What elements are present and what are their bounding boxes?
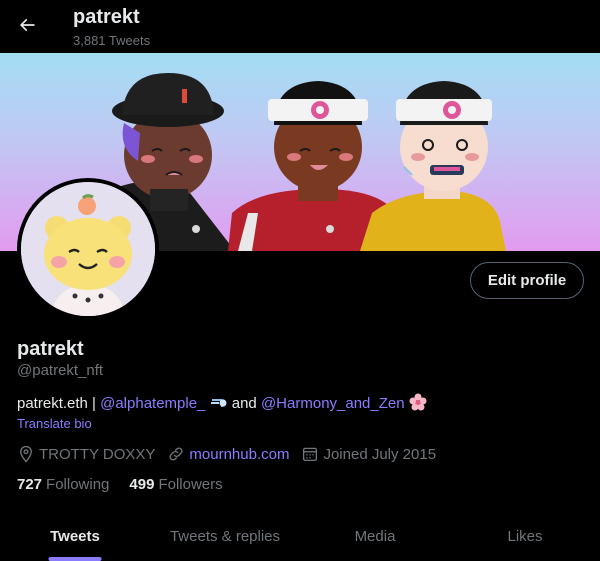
location-text: TROTTY DOXXY [39,445,156,463]
header-title: patrekt [73,6,140,28]
display-name: patrekt [17,338,84,360]
blossom-emoji-icon [409,393,427,411]
follow-stats: 727 Following 499 Followers [17,476,243,493]
calendar-icon [303,447,318,462]
tab-likes-label: Likes [507,528,543,545]
banner-character-right [360,81,506,251]
following-link[interactable]: 727 Following [17,476,109,493]
avatar[interactable] [17,178,159,320]
active-tab-indicator [48,557,102,561]
bio-connector: and [231,395,261,412]
following-count: 727 [17,476,43,493]
join-date: Joined July 2015 [301,445,436,463]
dash-emoji-icon [210,399,227,407]
mention-harmony-and-zen[interactable]: @Harmony_and_Zen [261,395,405,412]
edit-profile-button[interactable]: Edit profile [470,262,584,299]
tweet-count: 3,881 Tweets [73,33,151,48]
tab-tweets[interactable]: Tweets [0,512,150,561]
location: TROTTY DOXXY [17,445,155,463]
website[interactable]: mournhub.com [167,445,289,463]
handle: @patrekt_nft [17,362,104,379]
back-button[interactable] [8,6,46,44]
tab-tweets-and-replies-label: Tweets & replies [169,528,281,545]
tab-media[interactable]: Media [300,512,450,561]
website-link[interactable]: mournhub.com [189,446,289,463]
following-label: Following [46,476,110,493]
bio-text: patrekt.eth | [17,395,101,412]
location-pin-icon [20,445,32,463]
link-icon [169,447,183,461]
mention-alphatemple[interactable]: @alphatemple_ [100,395,205,412]
followers-label: Followers [158,476,223,493]
tab-likes[interactable]: Likes [450,512,600,561]
translate-bio-link[interactable]: Translate bio [17,416,92,431]
avatar-image [21,182,155,316]
profile-tabs: Tweets Tweets & replies Media Likes [0,512,600,561]
profile-meta: TROTTY DOXXY mournhub.com Joined July 20… [17,444,448,464]
followers-count: 499 [129,476,155,493]
top-bar: patrekt 3,881 Tweets [0,0,600,53]
bio: patrekt.eth | @alphatemple_ and @Harmony… [17,393,427,412]
join-date-text: Joined July 2015 [323,445,437,463]
tab-media-label: Media [354,528,396,545]
followers-link[interactable]: 499 Followers [129,476,222,493]
back-arrow-icon [19,18,35,32]
tab-tweets-label: Tweets [50,528,100,545]
tab-tweets-and-replies[interactable]: Tweets & replies [150,512,300,561]
avatar-illustration [21,182,155,316]
